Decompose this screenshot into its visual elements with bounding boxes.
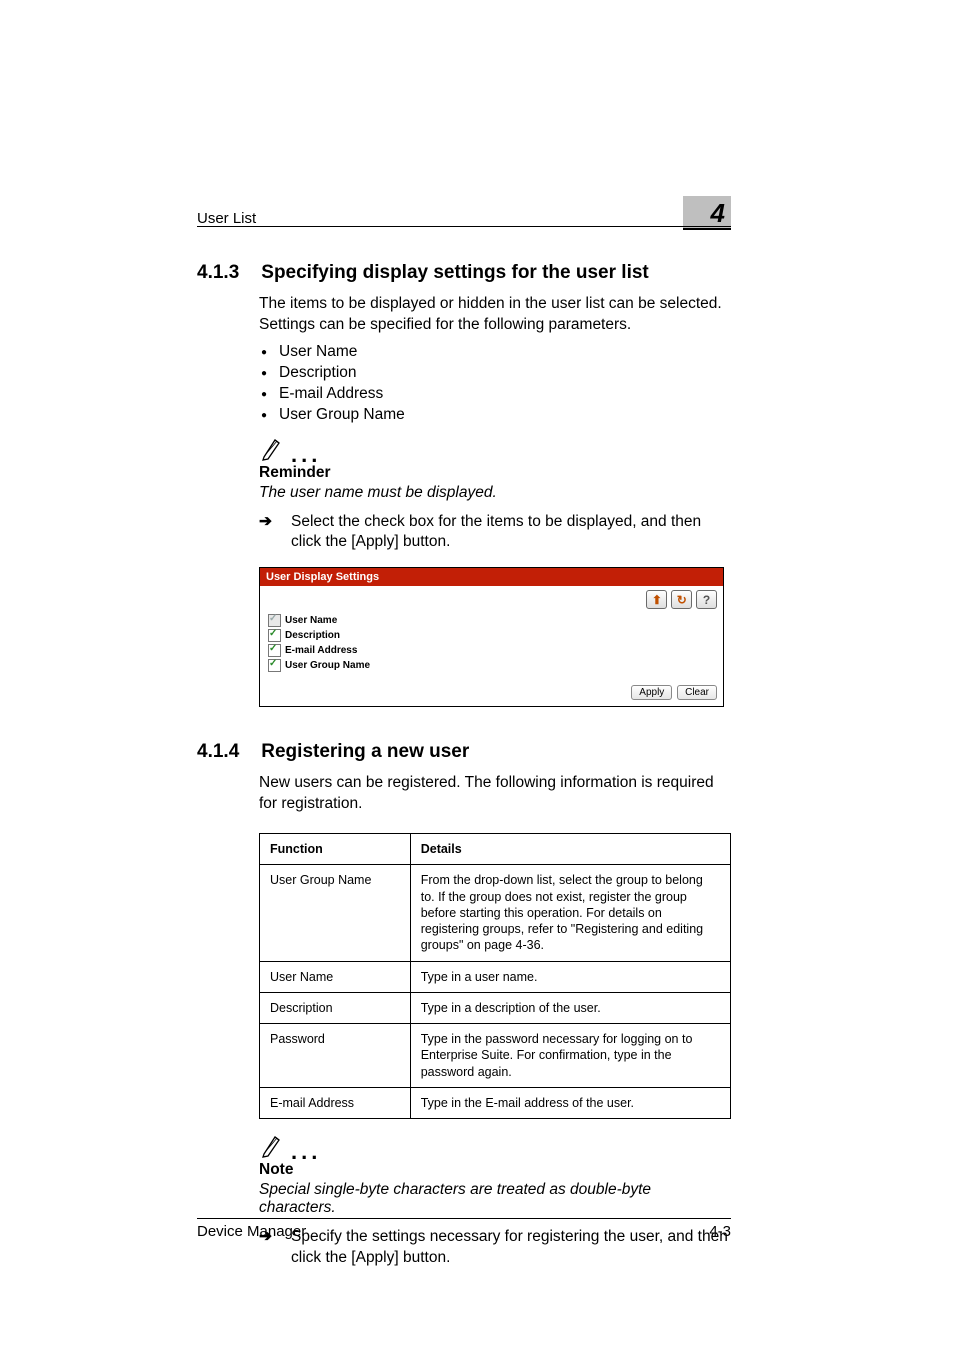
reminder-text: The user name must be displayed. [259,484,731,502]
up-icon[interactable]: ⬆ [646,590,667,609]
footer-rule [197,1218,731,1219]
section-number: 4.1.3 [197,262,239,284]
section-title: Specifying display settings for the user… [261,262,648,284]
cell-function: Description [260,992,411,1023]
table-row: User Group NameFrom the drop-down list, … [260,865,731,961]
pen-icon [259,1133,285,1159]
table-row: DescriptionType in a description of the … [260,992,731,1023]
cell-details: From the drop-down list, select the grou… [410,865,730,961]
chapter-number: 4 [711,198,725,228]
clear-button[interactable]: Clear [677,685,717,700]
footer-left: Device Manager [197,1223,306,1240]
note-text: Special single-byte characters are treat… [259,1181,731,1217]
instruction-text: Select the check box for the items to be… [291,512,731,554]
list-item: User Name [259,342,731,363]
note-label: Note [259,1161,731,1179]
section-title: Registering a new user [261,741,469,763]
table-header: Function [260,834,411,865]
cell-function: Password [260,1024,411,1088]
help-icon[interactable]: ? [696,590,717,609]
running-header: User List [197,210,256,227]
ellipsis-icon: ... [291,450,321,460]
section-number: 4.1.4 [197,741,239,763]
checkbox-label: Description [285,630,340,641]
apply-button[interactable]: Apply [631,685,672,700]
pen-icon [259,436,285,462]
panel-title: User Display Settings [260,568,723,586]
cell-details: Type in the E-mail address of the user. [410,1087,730,1118]
refresh-icon[interactable]: ↻ [671,590,692,609]
section-intro: New users can be registered. The followi… [259,773,731,815]
list-item: User Group Name [259,405,731,426]
checkbox-email[interactable] [268,644,281,657]
list-item: E-mail Address [259,384,731,405]
cell-details: Type in the password necessary for loggi… [410,1024,730,1088]
table-header: Details [410,834,730,865]
cell-details: Type in a description of the user. [410,992,730,1023]
cell-function: User Group Name [260,865,411,961]
checkbox-label: User Name [285,615,337,626]
list-item: Description [259,363,731,384]
checkbox-description[interactable] [268,629,281,642]
checkbox-label: User Group Name [285,660,370,671]
table-row: E-mail AddressType in the E-mail address… [260,1087,731,1118]
arrow-icon: ➔ [259,512,273,554]
table-row: PasswordType in the password necessary f… [260,1024,731,1088]
bullet-list: User Name Description E-mail Address Use… [259,342,731,426]
header-rule [197,226,731,227]
section-intro: The items to be displayed or hidden in t… [259,294,731,336]
checkbox-user-name[interactable] [268,614,281,627]
checkbox-group-name[interactable] [268,659,281,672]
table-row: User NameType in a user name. [260,961,731,992]
cell-details: Type in a user name. [410,961,730,992]
settings-screenshot: User Display Settings ⬆ ↻ ? User Name De… [259,567,724,707]
ellipsis-icon: ... [291,1147,321,1157]
chapter-badge: 4 [683,196,731,230]
cell-function: E-mail Address [260,1087,411,1118]
footer-right: 4-3 [709,1223,731,1240]
cell-function: User Name [260,961,411,992]
reminder-label: Reminder [259,464,731,482]
definitions-table: Function Details User Group NameFrom the… [259,833,731,1119]
checkbox-label: E-mail Address [285,645,357,656]
